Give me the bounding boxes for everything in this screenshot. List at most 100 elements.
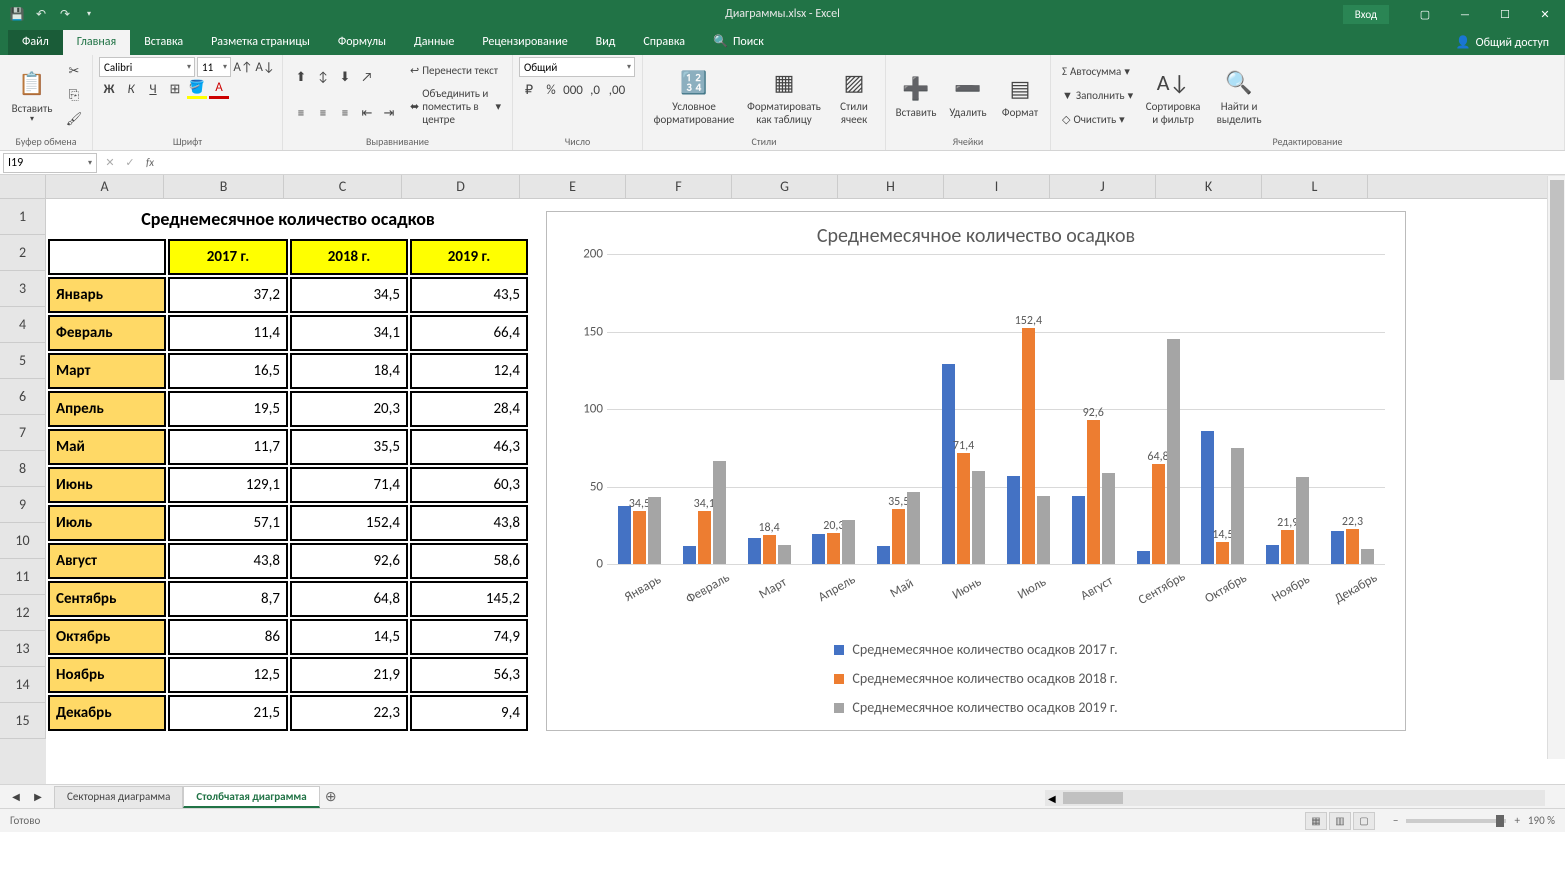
view-normal-icon[interactable]: ▦ — [1305, 812, 1327, 830]
row-header-5[interactable]: 5 — [0, 343, 46, 379]
format-button[interactable]: ▤Формат — [996, 57, 1044, 133]
fx-icon[interactable]: fx — [140, 156, 160, 169]
bold-icon[interactable]: Ж — [99, 79, 119, 99]
row-header-15[interactable]: 15 — [0, 703, 46, 739]
delete-button[interactable]: ➖Удалить — [944, 57, 992, 133]
align-right-icon[interactable]: ≡ — [335, 103, 355, 123]
chart[interactable]: Среднемесячное количество осадков 050100… — [546, 211, 1406, 731]
tab-вид[interactable]: Вид — [582, 30, 630, 55]
col-header-F[interactable]: F — [626, 175, 732, 198]
wrap-text-button[interactable]: ↩Перенести текст — [407, 63, 504, 78]
view-layout-icon[interactable]: ▥ — [1329, 812, 1351, 830]
row-header-2[interactable]: 2 — [0, 235, 46, 271]
sheet-tab[interactable]: Столбчатая диаграмма — [183, 786, 319, 808]
tab-данные[interactable]: Данные — [400, 30, 468, 55]
font-family-select[interactable]: Calibri — [99, 57, 195, 77]
align-bottom-icon[interactable]: ⬇ — [335, 67, 355, 87]
increase-font-icon[interactable]: A↑ — [233, 57, 253, 77]
zoom-slider[interactable] — [1406, 819, 1506, 823]
row-header-13[interactable]: 13 — [0, 631, 46, 667]
number-format-select[interactable]: Общий — [519, 57, 635, 77]
dec-decimal-icon[interactable]: ,00 — [607, 80, 627, 100]
row-header-1[interactable]: 1 — [0, 199, 46, 235]
align-middle-icon[interactable]: ↕ — [313, 67, 333, 87]
row-header-8[interactable]: 8 — [0, 451, 46, 487]
col-header-I[interactable]: I — [944, 175, 1050, 198]
align-top-icon[interactable]: ⬆ — [291, 67, 311, 87]
col-header-L[interactable]: L — [1262, 175, 1368, 198]
cut-icon[interactable]: ✂ — [64, 61, 84, 81]
zoom-level[interactable]: 190 % — [1528, 814, 1555, 827]
merge-button[interactable]: ⬌Объединить и поместить в центре ▾ — [407, 86, 504, 127]
fill-color-icon[interactable]: 🪣 — [187, 79, 207, 99]
maximize-button[interactable]: ☐ — [1485, 0, 1525, 28]
cond-format-button[interactable]: 🔢Условное форматирование — [649, 57, 739, 133]
borders-icon[interactable]: ⊞ — [165, 79, 185, 99]
italic-icon[interactable]: К — [121, 79, 141, 99]
horizontal-scrollbar[interactable]: ◀ — [1045, 790, 1545, 806]
tab-вставка[interactable]: Вставка — [130, 30, 197, 55]
font-color-icon[interactable]: А — [209, 79, 229, 99]
zoom-out-button[interactable]: − — [1393, 814, 1398, 827]
indent-dec-icon[interactable]: ⇤ — [357, 103, 377, 123]
col-header-D[interactable]: D — [402, 175, 520, 198]
save-icon[interactable]: 💾 — [8, 5, 26, 23]
new-sheet-button[interactable]: ⊕ — [320, 788, 342, 805]
redo-icon[interactable]: ↷ — [56, 5, 74, 23]
comma-icon[interactable]: 000 — [563, 80, 583, 100]
name-box[interactable]: I19 — [3, 153, 97, 173]
col-header-C[interactable]: C — [284, 175, 402, 198]
percent-icon[interactable]: % — [541, 80, 561, 100]
formula-input[interactable] — [160, 153, 1565, 173]
row-header-7[interactable]: 7 — [0, 415, 46, 451]
enter-icon[interactable]: ✓ — [120, 156, 140, 169]
col-header-K[interactable]: K — [1156, 175, 1262, 198]
cell-styles-button[interactable]: ▨Стили ячеек — [829, 57, 879, 133]
underline-icon[interactable]: Ч — [143, 79, 163, 99]
tab-nav-prev-icon[interactable]: ◀ — [6, 787, 26, 807]
row-header-9[interactable]: 9 — [0, 487, 46, 523]
col-header-A[interactable]: A — [46, 175, 164, 198]
row-header-6[interactable]: 6 — [0, 379, 46, 415]
insert-button[interactable]: ➕Вставить — [892, 57, 940, 133]
indent-inc-icon[interactable]: ⇥ — [379, 103, 399, 123]
tab-главная[interactable]: Главная — [63, 30, 130, 55]
zoom-in-button[interactable]: + — [1514, 814, 1519, 827]
row-header-12[interactable]: 12 — [0, 595, 46, 631]
row-header-10[interactable]: 10 — [0, 523, 46, 559]
tab-разметка страницы[interactable]: Разметка страницы — [197, 30, 324, 55]
data-table[interactable]: Среднемесячное количество осадков2017 г.… — [46, 199, 530, 733]
format-painter-icon[interactable]: 🖌 — [64, 109, 84, 129]
find-button[interactable]: 🔍Найти и выделить — [1208, 57, 1270, 133]
sort-button[interactable]: A↓Сортировка и фильтр — [1142, 57, 1204, 133]
tab-nav-next-icon[interactable]: ▶ — [28, 787, 48, 807]
select-all-corner[interactable] — [0, 175, 46, 199]
col-header-J[interactable]: J — [1050, 175, 1156, 198]
inc-decimal-icon[interactable]: ,0 — [585, 80, 605, 100]
signin-button[interactable]: Вход — [1343, 5, 1389, 24]
row-header-3[interactable]: 3 — [0, 271, 46, 307]
cancel-icon[interactable]: ✕ — [100, 156, 120, 169]
vertical-scrollbar[interactable] — [1547, 176, 1565, 759]
align-center-icon[interactable]: ≡ — [313, 103, 333, 123]
paste-button[interactable]: 📋 Вставить ▾ — [6, 57, 58, 133]
sheet-tab[interactable]: Секторная диаграмма — [54, 786, 183, 808]
qat-dropdown-icon[interactable]: ▾ — [80, 5, 98, 23]
align-left-icon[interactable]: ≡ — [291, 103, 311, 123]
format-table-button[interactable]: ▦Форматировать как таблицу — [743, 57, 825, 133]
search-tab[interactable]: 🔍 Поиск — [699, 29, 778, 55]
font-size-select[interactable]: 11 — [197, 57, 231, 77]
copy-icon[interactable]: ⎘ — [64, 85, 84, 105]
tab-справка[interactable]: Справка — [629, 30, 699, 55]
tab-рецензирование[interactable]: Рецензирование — [468, 30, 581, 55]
col-header-B[interactable]: B — [164, 175, 284, 198]
ribbon-options-icon[interactable]: ▢ — [1405, 0, 1445, 28]
orientation-icon[interactable]: ↗ — [357, 67, 377, 87]
minimize-button[interactable]: — — [1445, 0, 1485, 28]
col-header-H[interactable]: H — [838, 175, 944, 198]
row-header-11[interactable]: 11 — [0, 559, 46, 595]
tab-формулы[interactable]: Формулы — [324, 30, 400, 55]
row-header-14[interactable]: 14 — [0, 667, 46, 703]
currency-icon[interactable]: ₽ — [519, 80, 539, 100]
clear-button[interactable]: ◇Очистить ▾ — [1059, 112, 1136, 127]
